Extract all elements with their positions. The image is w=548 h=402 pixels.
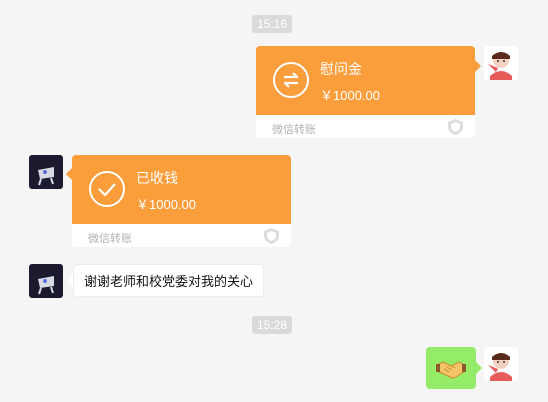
transfer-amount: ￥1000.00 <box>320 88 380 103</box>
transfer-footer-label: 微信转账 <box>88 233 132 245</box>
sender-avatar[interactable] <box>484 347 518 381</box>
transfer-title: 慰问金 <box>320 61 362 77</box>
transfer-arrows-icon <box>273 62 309 98</box>
timestamp-badge: 15:16 <box>252 15 293 33</box>
transfer-card-sent[interactable]: 慰问金 ￥1000.00 微信转账 <box>256 46 475 138</box>
emoji-message-bubble[interactable] <box>426 347 476 389</box>
transfer-card-received[interactable]: 已收钱 ￥1000.00 微信转账 <box>72 155 291 247</box>
transfer-title: 已收钱 <box>136 170 178 186</box>
text-message-bubble[interactable]: 谢谢老师和校党委对我的关心 <box>73 264 265 297</box>
contact-avatar[interactable] <box>29 155 63 189</box>
sender-avatar[interactable] <box>484 46 518 80</box>
shield-icon <box>264 228 279 244</box>
contact-avatar[interactable] <box>29 264 63 298</box>
shield-icon <box>448 119 463 135</box>
handshake-icon <box>436 361 466 379</box>
transfer-amount: ￥1000.00 <box>136 197 196 212</box>
check-icon <box>89 171 125 207</box>
transfer-footer-label: 微信转账 <box>272 124 316 136</box>
timestamp-badge: 15:28 <box>252 316 293 334</box>
